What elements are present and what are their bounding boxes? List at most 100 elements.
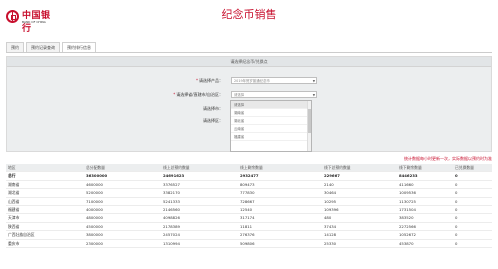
dropdown-option[interactable]: 福建省: [231, 133, 311, 141]
column-header: 地区: [8, 165, 16, 170]
table-cell: 广西壮族自治区: [8, 232, 35, 238]
dropdown-scrollbar[interactable]: [307, 101, 311, 151]
table-cell: 0: [455, 232, 458, 238]
column-header: 总分配数量: [86, 165, 105, 170]
table-cell: 2457024: [163, 232, 180, 238]
column-header: 线下剩余数量: [399, 165, 422, 170]
dropdown-option[interactable]: 湖南省: [231, 109, 311, 117]
table-row: 重庆市 2300000 1310994 509806 25330 453870 …: [6, 240, 492, 248]
table-cell: 0: [455, 240, 458, 246]
province-dropdown-list[interactable]: 请选择 湖南省 湖北省 云南省 福建省: [230, 100, 312, 152]
table-cell: 4800000: [86, 215, 103, 221]
table-cell: 1009536: [399, 190, 416, 196]
table-cell: 109396: [324, 206, 339, 212]
dropdown-option[interactable]: 请选择: [231, 101, 311, 109]
table-cell: 4000000: [86, 206, 103, 212]
table-cell: 2146560: [163, 206, 180, 212]
table-cell: 福建省: [8, 206, 20, 212]
chevron-down-icon: ▼: [312, 79, 315, 83]
table-cell: 0: [455, 215, 458, 221]
dropdown-option[interactable]: 云南省: [231, 125, 311, 133]
product-label: *请选择产品：: [196, 78, 223, 83]
dropdown-option[interactable]: 湖北省: [231, 117, 311, 125]
page-title: 纪念币销售: [221, 8, 277, 21]
table-cell: 0: [455, 198, 458, 204]
province-row: *请选择省/直辖市/自治区： 请选择 ▼: [7, 91, 491, 99]
table-cell: 229667: [324, 173, 340, 179]
tab-reserve[interactable]: 预约: [6, 42, 24, 52]
table-cell: 2140: [324, 181, 334, 187]
province-label: *请选择省/直辖市/自治区：: [173, 92, 223, 97]
tab-reservation-ranking[interactable]: 预约排行信息: [62, 42, 96, 52]
table-cell: 383520: [399, 215, 414, 221]
table-row: 陕西省 4500000 2178389 11811 37434 2272566 …: [6, 223, 492, 232]
table-cell: 陕西省: [8, 223, 20, 229]
table-cell: 8446233: [399, 173, 418, 179]
table-row-total: 总行 36300000 24691623 2932477 229667 8446…: [6, 172, 492, 181]
table-row: 天津市 4800000 4098826 317174 480 383520 0: [6, 214, 492, 223]
tab-reservation-records[interactable]: 预约记录查询: [26, 42, 60, 52]
table-cell: 0: [455, 181, 458, 187]
form-title: 请选择纪念币/兑换点: [7, 57, 491, 67]
table-cell: 1731504: [399, 206, 416, 212]
update-note: 统计数据每小时更新一次，实际数据以预约时为准: [404, 156, 492, 161]
ranking-table: 地区 总分配数量 线上总预约数量 线上剩余数量 线下总预约数量 线下剩余数量 已…: [6, 164, 492, 248]
table-cell: 2178389: [163, 223, 180, 229]
table-cell: 14128: [324, 232, 337, 238]
site-header: 中国银行 BANK OF CHINA 纪念币销售: [0, 0, 498, 36]
table-cell: 0: [455, 173, 458, 179]
table-cell: 总行: [8, 173, 16, 179]
table-cell: 湖北省: [8, 190, 20, 196]
table-cell: 11811: [240, 223, 253, 229]
table-cell: 317174: [240, 215, 255, 221]
product-select[interactable]: 2019年贺岁普通纪念币 ▼: [231, 77, 317, 84]
table-cell: 3376527: [163, 181, 180, 187]
table-row: 湖北省 5200000 3382170 777830 30464 1009536…: [6, 189, 492, 198]
table-cell: 509806: [240, 240, 255, 246]
product-row: *请选择产品： 2019年贺岁普通纪念币 ▼: [7, 77, 491, 85]
table-cell: 0: [455, 206, 458, 212]
table-cell: 36300000: [86, 173, 108, 179]
table-cell: 0: [455, 190, 458, 196]
table-cell: 1052672: [399, 232, 416, 238]
table-row: 广西壮族自治区 3800000 2457024 276376 14128 105…: [6, 231, 492, 240]
required-star-icon: *: [173, 92, 176, 97]
chevron-down-icon: ▼: [312, 93, 315, 97]
table-row: 湖南省 4600000 3376527 809473 2140 411660 0: [6, 181, 492, 190]
table-cell: 37434: [324, 223, 337, 229]
table-cell: 1130725: [399, 198, 416, 204]
table-cell: 777830: [240, 190, 255, 196]
table-cell: 2932477: [240, 173, 259, 179]
district-label: 请选择区：: [203, 118, 223, 123]
table-cell: 10295: [324, 198, 337, 204]
column-header: 线下总预约数量: [324, 165, 351, 170]
scrollbar-thumb[interactable]: [308, 109, 311, 133]
table-cell: 7100000: [86, 198, 103, 204]
table-cell: 5241333: [163, 198, 180, 204]
table-cell: 4098826: [163, 215, 180, 221]
table-header-row: 地区 总分配数量 线上总预约数量 线上剩余数量 线下总预约数量 线下剩余数量 已…: [6, 164, 492, 173]
table-cell: 天津市: [8, 215, 20, 221]
table-cell: 4500000: [86, 223, 103, 229]
city-label: 请选择市：: [203, 106, 223, 111]
table-cell: 30464: [324, 190, 337, 196]
required-star-icon: *: [196, 78, 198, 83]
table-cell: 山西省: [8, 198, 20, 204]
table-cell: 25330: [324, 240, 337, 246]
table-cell: 728667: [240, 198, 255, 204]
table-cell: 480: [324, 215, 332, 221]
province-select[interactable]: 请选择 ▼: [231, 91, 317, 98]
table-cell: 12540: [240, 206, 253, 212]
table-cell: 809473: [240, 181, 255, 187]
table-cell: 湖南省: [8, 181, 20, 187]
table-cell: 411660: [399, 181, 414, 187]
table-cell: 重庆市: [8, 240, 20, 246]
table-cell: 4600000: [86, 181, 103, 187]
table-cell: 24691623: [163, 173, 185, 179]
table-cell: 3800000: [86, 232, 103, 238]
tab-divider: [6, 52, 492, 53]
table-row: 山西省 7100000 5241333 728667 10295 1130725…: [6, 198, 492, 206]
table-cell: 276376: [240, 232, 255, 238]
table-cell: 2272566: [399, 223, 416, 229]
table-cell: 5200000: [86, 190, 103, 196]
